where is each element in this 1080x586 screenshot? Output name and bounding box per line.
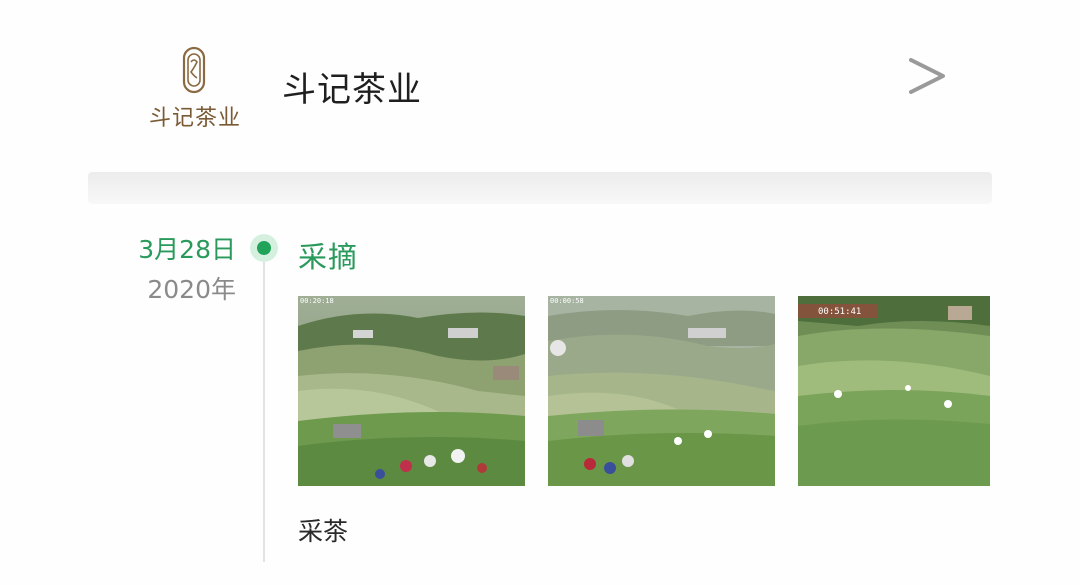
logo-text: 斗记茶业 — [148, 106, 241, 131]
event-title: 采摘 — [298, 240, 359, 274]
page: 斗记茶业 斗记茶业 3月28日 2020年 采摘 00:20:18 00:00:… — [0, 0, 1080, 586]
event-photo-2[interactable]: 00:00:58 — [548, 296, 775, 486]
timeline-line — [263, 262, 265, 562]
event-photo-1[interactable]: 00:20:18 — [298, 296, 525, 486]
entry-year: 2020年 — [147, 275, 236, 304]
event-caption: 采茶 — [298, 517, 349, 546]
photo-timestamp: 00:51:41 — [818, 307, 861, 317]
entry-date: 3月28日 — [138, 235, 236, 264]
section-divider — [88, 172, 992, 204]
event-photo-3[interactable]: 00:51:41 — [798, 296, 990, 486]
brand-header[interactable]: 斗记茶业 斗记茶业 — [0, 0, 1080, 165]
tea-field-photo: 00:00:58 — [548, 296, 775, 486]
brand-name[interactable]: 斗记茶业 — [282, 62, 422, 111]
photo-timestamp: 00:20:18 — [300, 297, 334, 305]
brand-logo: 斗记茶业 — [148, 44, 242, 131]
tea-field-photo: 00:20:18 — [298, 296, 525, 486]
chevron-right-icon[interactable] — [905, 56, 949, 100]
photo-timestamp: 00:00:58 — [550, 297, 584, 305]
logo-emblem-icon — [182, 46, 206, 94]
timeline-dot — [250, 234, 278, 262]
tea-field-photo: 00:51:41 — [798, 296, 990, 486]
